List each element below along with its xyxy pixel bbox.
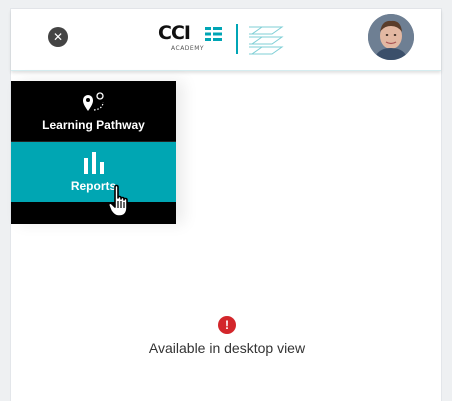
menu-item-learning-pathway[interactable]: Learning Pathway: [11, 81, 176, 141]
bar-chart-icon: [83, 151, 105, 175]
top-bar: ✕ CCI ACADEMY: [11, 9, 441, 71]
logo-stripes-icon: [249, 26, 284, 55]
user-avatar[interactable]: [368, 14, 414, 60]
map-pin-route-icon: [81, 90, 107, 114]
side-menu: Learning Pathway Reports: [11, 81, 176, 224]
hand-pointer-cursor-icon: [108, 184, 128, 217]
avatar-photo: [368, 14, 414, 60]
menu-item-reports[interactable]: Reports: [11, 142, 176, 202]
logo-divider: [236, 24, 238, 54]
notice-message: Available in desktop view: [148, 340, 306, 356]
close-button[interactable]: ✕: [48, 27, 68, 47]
logo-bars-icon: [205, 27, 222, 41]
cci-academy-logo[interactable]: CCI ACADEMY: [158, 22, 293, 62]
logo-subtitle: ACADEMY: [171, 45, 205, 52]
alert-icon: !: [218, 316, 236, 334]
menu-item-label: Learning Pathway: [42, 118, 145, 132]
close-icon: ✕: [52, 30, 64, 44]
desktop-only-notice: ! Available in desktop view: [11, 316, 443, 356]
logo-wordmark: CCI: [158, 22, 191, 44]
app-frame: ✕ CCI ACADEMY Learning Pathway Reports !…: [10, 8, 442, 401]
